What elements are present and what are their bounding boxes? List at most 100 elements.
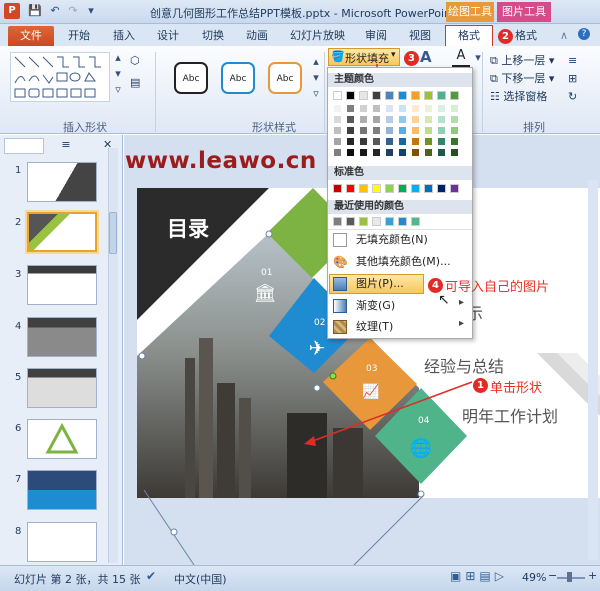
spell-check-icon[interactable]: ✔ (146, 569, 156, 583)
color-swatch[interactable] (359, 104, 368, 113)
color-swatch[interactable] (437, 148, 446, 157)
color-swatch[interactable] (359, 126, 368, 135)
color-swatch[interactable] (359, 217, 368, 226)
ribbon-minimize-icon[interactable]: ∧ (560, 29, 568, 42)
color-swatch[interactable] (385, 91, 394, 100)
gallery-scroll-up-icon[interactable]: ▴ (112, 52, 124, 64)
menu-item-picture[interactable]: 图片(P)... (328, 274, 424, 294)
menu-item-no-fill[interactable]: 无填充颜色(N) (328, 230, 472, 250)
selection-handle[interactable] (265, 230, 273, 238)
align-icons[interactable]: ≡ ⊞ ↻ (568, 52, 577, 106)
color-swatch[interactable] (359, 184, 368, 193)
text-box-icon[interactable]: ▤ (130, 76, 150, 90)
color-swatch[interactable] (398, 148, 407, 157)
color-swatch[interactable] (398, 104, 407, 113)
slide-thumbnail[interactable] (27, 162, 97, 202)
color-swatch[interactable] (333, 104, 342, 113)
color-swatch[interactable] (411, 217, 420, 226)
theme-color-grid[interactable] (333, 104, 473, 160)
zoom-out-icon[interactable]: − (548, 569, 557, 582)
slide-thumbnail[interactable] (27, 470, 97, 510)
color-swatch[interactable] (346, 148, 355, 157)
color-swatch[interactable] (372, 217, 381, 226)
menu-item-more-colors[interactable]: 其他填充颜色(M)... (328, 252, 472, 272)
color-swatch[interactable] (398, 115, 407, 124)
color-swatch[interactable] (437, 115, 446, 124)
color-swatch[interactable] (372, 104, 381, 113)
color-swatch[interactable] (372, 184, 381, 193)
zoom-slider-thumb[interactable] (567, 572, 572, 582)
slide-thumbnail[interactable] (27, 368, 97, 408)
color-swatch[interactable] (398, 91, 407, 100)
color-swatch[interactable] (333, 184, 342, 193)
save-icon[interactable]: 💾 (28, 4, 42, 18)
color-swatch[interactable] (450, 115, 459, 124)
color-swatch[interactable] (372, 115, 381, 124)
tab-home[interactable]: 开始 (68, 27, 90, 45)
color-swatch[interactable] (372, 148, 381, 157)
color-swatch[interactable] (385, 115, 394, 124)
color-swatch[interactable] (424, 91, 433, 100)
color-swatch[interactable] (424, 115, 433, 124)
color-swatch[interactable] (333, 91, 342, 100)
canvas-scrollbar[interactable] (588, 180, 598, 560)
color-swatch[interactable] (437, 104, 446, 113)
color-swatch[interactable] (411, 91, 420, 100)
color-swatch[interactable] (385, 217, 394, 226)
color-swatch[interactable] (333, 126, 342, 135)
color-swatch[interactable] (398, 184, 407, 193)
shapes-gallery-icons[interactable] (11, 53, 111, 103)
color-swatch[interactable] (398, 126, 407, 135)
color-swatch[interactable] (346, 126, 355, 135)
color-swatch[interactable] (346, 104, 355, 113)
color-swatch[interactable] (411, 148, 420, 157)
color-swatch[interactable] (385, 148, 394, 157)
recent-color-row[interactable] (333, 217, 473, 228)
color-swatch[interactable] (424, 184, 433, 193)
color-swatch[interactable] (372, 91, 381, 100)
gallery-more-icon[interactable]: ▿ (112, 84, 124, 96)
tab-view[interactable]: 视图 (409, 27, 431, 45)
bring-forward-button[interactable]: ⧉ 上移一层 ▾ (490, 52, 554, 68)
color-swatch[interactable] (333, 137, 342, 146)
color-swatch[interactable] (346, 217, 355, 226)
color-swatch[interactable] (437, 126, 446, 135)
scrollbar-thumb[interactable] (109, 212, 117, 254)
shapes-gallery[interactable] (10, 52, 110, 102)
color-swatch[interactable] (411, 115, 420, 124)
color-swatch[interactable] (437, 184, 446, 193)
color-swatch[interactable] (450, 184, 459, 193)
color-swatch[interactable] (385, 104, 394, 113)
tab-review[interactable]: 审阅 (365, 27, 387, 45)
color-swatch[interactable] (450, 126, 459, 135)
color-swatch[interactable] (411, 184, 420, 193)
slides-tab[interactable] (4, 138, 44, 154)
tab-slideshow[interactable]: 幻灯片放映 (290, 27, 345, 45)
slide-thumbnail[interactable] (27, 522, 97, 562)
color-swatch[interactable] (437, 137, 446, 146)
color-swatch[interactable] (333, 148, 342, 157)
color-swatch[interactable] (372, 137, 381, 146)
color-swatch[interactable] (346, 115, 355, 124)
color-swatch[interactable] (346, 184, 355, 193)
color-swatch[interactable] (450, 137, 459, 146)
color-swatch[interactable] (385, 184, 394, 193)
slide-thumbnail[interactable] (27, 265, 97, 305)
color-swatch[interactable] (333, 115, 342, 124)
color-swatch[interactable] (411, 104, 420, 113)
color-swatch[interactable] (411, 126, 420, 135)
menu-item-gradient[interactable]: 渐变(G) (328, 296, 472, 316)
slide-thumbnail-selected[interactable] (27, 212, 97, 252)
color-swatch[interactable] (359, 115, 368, 124)
shape-style-dark[interactable]: Abc (174, 62, 208, 94)
gallery-scroll-down-icon[interactable]: ▾ (112, 68, 124, 80)
color-swatch[interactable] (385, 126, 394, 135)
color-swatch[interactable] (359, 137, 368, 146)
standard-color-row[interactable] (333, 184, 473, 195)
menu-item-texture[interactable]: 纹理(T) (328, 317, 472, 337)
customize-qat-icon[interactable]: ▾ (84, 4, 98, 18)
color-swatch[interactable] (450, 148, 459, 157)
status-language[interactable]: 中文(中国) (174, 571, 227, 587)
color-swatch[interactable] (424, 126, 433, 135)
color-swatch[interactable] (346, 137, 355, 146)
